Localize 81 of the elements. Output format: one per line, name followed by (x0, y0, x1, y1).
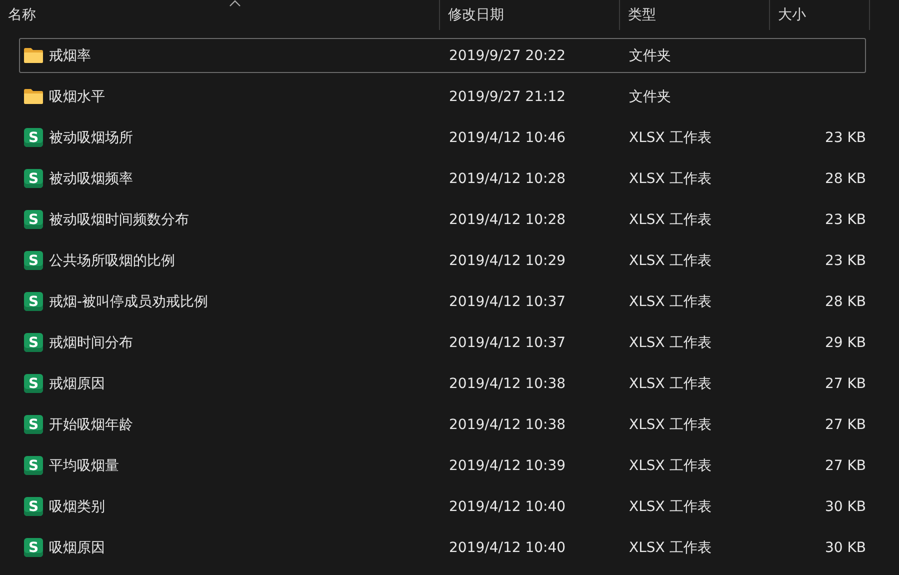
sort-ascending-icon (229, 0, 242, 7)
modified-date: 2019/4/12 10:38 (449, 376, 566, 392)
file-name: 戒烟原因 (49, 374, 105, 392)
file-size: 29 KB (824, 334, 866, 350)
file-row[interactable]: S 开始吸烟年龄 2019/4/12 10:38 XLSX 工作表 27 KB (19, 407, 866, 442)
file-type: XLSX 工作表 (629, 252, 712, 268)
file-type: XLSX 工作表 (629, 416, 712, 432)
file-size: 23 KB (824, 252, 866, 268)
modified-date: 2019/4/12 10:37 (449, 294, 566, 310)
modified-date: 2019/4/12 10:37 (449, 334, 566, 350)
file-name: 平均吸烟量 (49, 456, 119, 474)
file-name: 吸烟水平 (49, 88, 105, 106)
column-header[interactable]: 修改日期 (440, 0, 620, 30)
file-type: XLSX 工作表 (629, 212, 712, 228)
file-size: 30 KB (824, 540, 866, 556)
file-type: XLSX 工作表 (629, 458, 712, 474)
file-type: XLSX 工作表 (629, 170, 712, 186)
file-name: 被动吸烟时间频数分布 (49, 210, 189, 228)
spreadsheet-icon: S (24, 128, 43, 147)
file-type: XLSX 工作表 (629, 334, 712, 350)
modified-date: 2019/9/27 20:22 (449, 48, 566, 64)
file-size: 27 KB (824, 458, 866, 474)
folder-icon (24, 48, 43, 63)
file-name: 被动吸烟场所 (49, 128, 133, 146)
file-name: 戒烟率 (49, 46, 91, 64)
file-type: XLSX 工作表 (629, 294, 712, 310)
file-name: 公共场所吸烟的比例 (49, 252, 175, 270)
file-type: XLSX 工作表 (629, 376, 712, 392)
file-row[interactable]: 戒烟率 2019/9/27 20:22 文件夹 (19, 38, 866, 73)
file-row[interactable]: 吸烟水平 2019/9/27 21:12 文件夹 (19, 79, 866, 114)
file-row[interactable]: S 被动吸烟场所 2019/4/12 10:46 XLSX 工作表 23 KB (19, 120, 866, 155)
modified-date: 2019/4/12 10:28 (449, 170, 566, 186)
file-row[interactable]: S 戒烟-被叫停成员劝戒比例 2019/4/12 10:37 XLSX 工作表 28 KB (19, 284, 866, 319)
file-size: 30 KB (824, 498, 866, 514)
file-size: 28 KB (824, 170, 866, 186)
spreadsheet-icon: S (24, 251, 43, 270)
file-row[interactable]: S 被动吸烟时间频数分布 2019/4/12 10:28 XLSX 工作表 23 KB (19, 202, 866, 237)
file-row[interactable]: S 被动吸烟频率 2019/4/12 10:28 XLSX 工作表 28 KB (19, 161, 866, 196)
column-header[interactable]: 名称 (0, 0, 440, 30)
modified-date: 2019/4/12 10:46 (449, 130, 566, 146)
file-row[interactable]: S 吸烟类别 2019/4/12 10:40 XLSX 工作表 30 KB (19, 489, 866, 524)
spreadsheet-icon: S (24, 374, 43, 393)
file-size: 23 KB (824, 212, 866, 228)
modified-date: 2019/4/12 10:39 (449, 458, 566, 474)
file-type: XLSX 工作表 (629, 130, 712, 146)
modified-date: 2019/4/12 10:40 (449, 540, 566, 556)
spreadsheet-icon: S (24, 169, 43, 188)
spreadsheet-icon: S (24, 538, 43, 557)
column-header[interactable]: 类型 (620, 0, 770, 30)
file-name: 开始吸烟年龄 (49, 416, 133, 434)
file-row[interactable]: S 戒烟原因 2019/4/12 10:38 XLSX 工作表 27 KB (19, 366, 866, 401)
spreadsheet-icon: S (24, 333, 43, 352)
modified-date: 2019/4/12 10:38 (449, 416, 566, 432)
modified-date: 2019/4/12 10:28 (449, 212, 566, 228)
folder-icon (24, 89, 43, 104)
file-row[interactable]: S 戒烟时间分布 2019/4/12 10:37 XLSX 工作表 29 KB (19, 325, 866, 360)
file-name: 戒烟-被叫停成员劝戒比例 (49, 292, 208, 310)
file-row[interactable]: S 平均吸烟量 2019/4/12 10:39 XLSX 工作表 27 KB (19, 448, 866, 483)
file-type: XLSX 工作表 (629, 540, 712, 556)
spreadsheet-icon: S (24, 292, 43, 311)
file-type: 文件夹 (629, 48, 671, 64)
file-name: 吸烟类别 (49, 498, 105, 516)
file-row[interactable]: S 公共场所吸烟的比例 2019/4/12 10:29 XLSX 工作表 23 KB (19, 243, 866, 278)
spreadsheet-icon: S (24, 497, 43, 516)
file-name: 吸烟原因 (49, 538, 105, 556)
file-type: XLSX 工作表 (629, 498, 712, 514)
spreadsheet-icon: S (24, 210, 43, 229)
file-size: 27 KB (824, 416, 866, 432)
file-size: 27 KB (824, 376, 866, 392)
file-row[interactable]: S 吸烟原因 2019/4/12 10:40 XLSX 工作表 30 KB (19, 530, 866, 565)
modified-date: 2019/4/12 10:29 (449, 252, 566, 268)
spreadsheet-icon: S (24, 415, 43, 434)
file-type: 文件夹 (629, 88, 671, 104)
file-size: 23 KB (824, 130, 866, 146)
modified-date: 2019/9/27 21:12 (449, 88, 566, 104)
file-size: 28 KB (824, 294, 866, 310)
file-name: 戒烟时间分布 (49, 334, 133, 352)
modified-date: 2019/4/12 10:40 (449, 498, 566, 514)
spreadsheet-icon: S (24, 456, 43, 475)
file-name: 被动吸烟频率 (49, 170, 133, 188)
column-header[interactable]: 大小 (770, 0, 870, 30)
